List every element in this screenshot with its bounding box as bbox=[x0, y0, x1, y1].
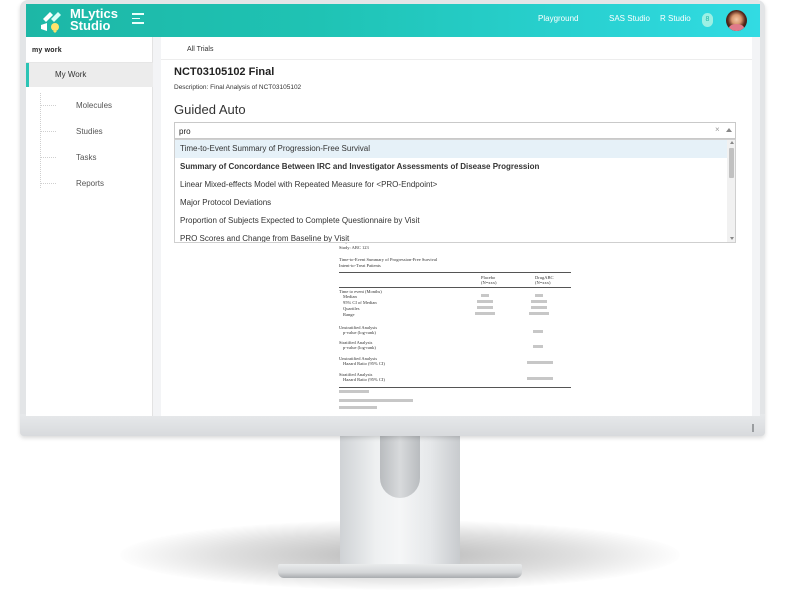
user-avatar[interactable] bbox=[726, 10, 747, 31]
preview-row: Range bbox=[343, 312, 355, 317]
sidebar-item-studies[interactable]: Studies bbox=[40, 123, 150, 141]
sidebar-item-my-work[interactable]: My Work bbox=[26, 63, 153, 87]
preview-col1-n: (N=xxx) bbox=[481, 280, 497, 285]
preview-row: 95% CI of Median bbox=[343, 300, 377, 305]
trial-title: NCT03105102 Final bbox=[174, 66, 275, 78]
nav-r-studio[interactable]: R Studio bbox=[660, 14, 691, 23]
search-results-dropdown: Time-to-Event Summary of Progression-Fre… bbox=[174, 139, 736, 243]
nav-sas-studio[interactable]: SAS Studio bbox=[609, 14, 650, 23]
preview-study: Study: ABC 123 bbox=[339, 245, 369, 250]
logo-mark-icon bbox=[41, 12, 61, 33]
scroll-up-icon[interactable] bbox=[730, 141, 734, 144]
preview-footnote-placeholder bbox=[339, 406, 377, 409]
app-screen: MLytics Studio Playground SAS Studio R S… bbox=[26, 4, 760, 416]
dropdown-option[interactable]: Time-to-Event Summary of Progression-Fre… bbox=[175, 140, 727, 158]
preview-rule bbox=[339, 272, 571, 273]
preview-value-placeholder bbox=[527, 361, 553, 364]
dropdown-option[interactable]: Summary of Concordance Between IRC and I… bbox=[175, 158, 727, 176]
report-preview: MLytics Life Sciences Study: ABC 123 Tim… bbox=[329, 237, 579, 416]
stand-cable-hole bbox=[380, 430, 420, 498]
scroll-down-icon[interactable] bbox=[730, 237, 734, 240]
preview-row: p-value (log-rank) bbox=[343, 345, 376, 350]
sidebar-item-tasks[interactable]: Tasks bbox=[40, 149, 150, 167]
dropdown-option[interactable]: Major Protocol Deviations bbox=[175, 194, 727, 212]
preview-row: Hazard Ratio (95% CI) bbox=[343, 377, 385, 382]
main-panel: All Trials NCT03105102 Final Description… bbox=[161, 37, 752, 416]
dropdown-scrollbar[interactable] bbox=[727, 140, 735, 242]
report-search-combobox[interactable]: × bbox=[174, 122, 736, 139]
monitor-base bbox=[278, 564, 522, 578]
panel-gutter bbox=[153, 37, 161, 416]
dropdown-option[interactable]: PRO Scores and Change from Baseline by V… bbox=[175, 230, 727, 242]
preview-value-placeholder bbox=[533, 330, 543, 333]
sidebar-item-reports[interactable]: Reports bbox=[40, 175, 150, 193]
sidebar: my work My Work Molecules Studies Tasks … bbox=[26, 37, 153, 416]
preview-rule bbox=[339, 287, 571, 288]
report-search-input[interactable] bbox=[179, 125, 679, 137]
sidebar-item-molecules[interactable]: Molecules bbox=[40, 97, 150, 115]
preview-footnote-placeholder bbox=[339, 399, 413, 402]
preview-footnote-placeholder bbox=[339, 390, 369, 393]
preview-row: Quartiles bbox=[343, 306, 360, 311]
preview-rule bbox=[339, 387, 571, 388]
monitor-mockup: MLytics Studio Playground SAS Studio R S… bbox=[0, 0, 800, 611]
top-bar: MLytics Studio Playground SAS Studio R S… bbox=[26, 4, 760, 37]
preview-value-placeholder bbox=[475, 312, 495, 315]
dropdown-option[interactable]: Linear Mixed-effects Model with Repeated… bbox=[175, 176, 727, 194]
preview-population: Intent-to-Treat Patients bbox=[339, 263, 381, 268]
notification-badge[interactable]: 8 bbox=[702, 13, 713, 27]
menu-toggle-icon[interactable] bbox=[132, 13, 144, 27]
preview-row: Median bbox=[343, 294, 357, 299]
sidebar-header: my work bbox=[26, 37, 153, 63]
preview-row: p-value (log-rank) bbox=[343, 330, 376, 335]
right-gutter bbox=[752, 37, 760, 416]
trial-description: Description: Final Analysis of NCT031051… bbox=[174, 84, 302, 91]
preview-col2-n: (N=xxx) bbox=[535, 280, 551, 285]
preview-value-placeholder bbox=[477, 300, 493, 303]
scrollbar-thumb[interactable] bbox=[729, 148, 734, 178]
preview-value-placeholder bbox=[527, 377, 553, 380]
power-indicator bbox=[752, 424, 754, 432]
dropdown-option[interactable]: Proportion of Subjects Expected to Compl… bbox=[175, 212, 727, 230]
preview-value-placeholder bbox=[535, 294, 543, 297]
nav-playground[interactable]: Playground bbox=[538, 14, 578, 23]
preview-value-placeholder bbox=[477, 306, 493, 309]
section-title: Guided Auto bbox=[174, 102, 246, 117]
preview-table-title: Time-to-Event Summary of Progression-Fre… bbox=[339, 257, 438, 262]
breadcrumb-all-trials[interactable]: All Trials bbox=[187, 46, 213, 53]
preview-value-placeholder bbox=[533, 345, 543, 348]
preview-value-placeholder bbox=[531, 306, 547, 309]
preview-value-placeholder bbox=[481, 294, 489, 297]
brand-line-2: Studio bbox=[70, 18, 111, 33]
preview-value-placeholder bbox=[529, 312, 549, 315]
preview-row: Hazard Ratio (95% CI) bbox=[343, 361, 385, 366]
chevron-up-icon[interactable] bbox=[726, 128, 732, 132]
breadcrumb-divider bbox=[161, 59, 752, 60]
preview-value-placeholder bbox=[531, 300, 547, 303]
monitor-chin bbox=[20, 414, 765, 436]
brand-name: MLytics Studio bbox=[70, 7, 118, 33]
clear-icon[interactable]: × bbox=[715, 125, 720, 134]
